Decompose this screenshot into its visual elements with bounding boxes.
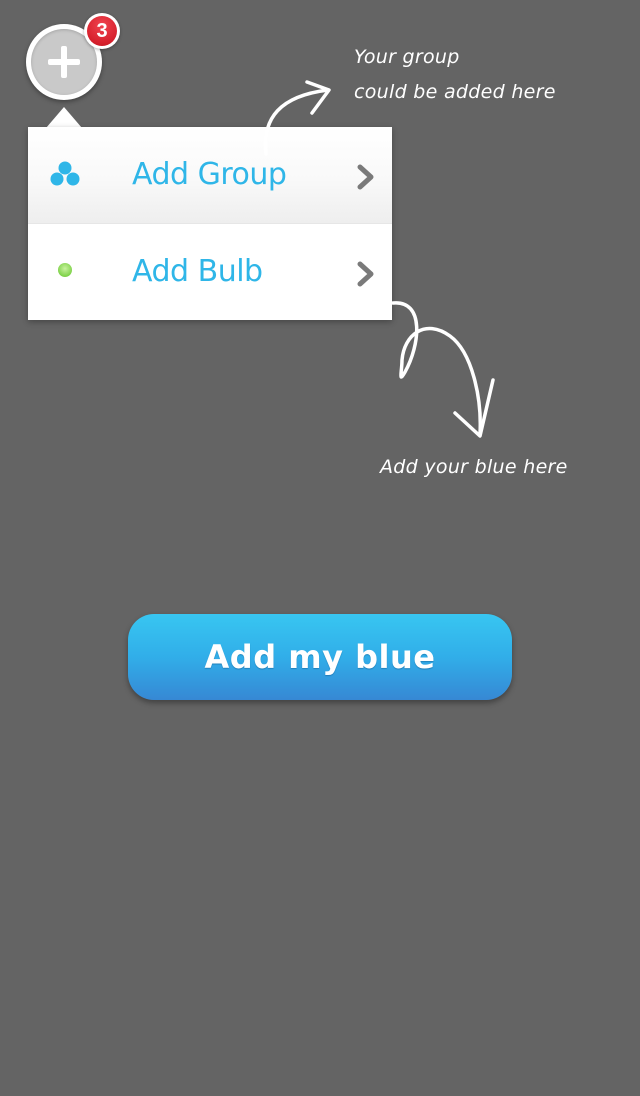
add-group-label: Add Group [132, 157, 287, 192]
group-dots-icon [50, 161, 80, 186]
add-bulb-label: Add Bulb [132, 254, 263, 289]
bulb-hint-arrow [391, 301, 495, 438]
menu-item-add-bulb[interactable]: Add Bulb [28, 224, 392, 320]
add-my-blue-button[interactable]: Add my blue [128, 614, 512, 700]
group-hint-line1: Your group [354, 46, 460, 68]
cta-label: Add my blue [204, 638, 436, 676]
notification-badge: 3 [84, 13, 120, 49]
bulb-hint-text: Add your blue here [380, 456, 568, 478]
group-hint-text: Your group could be added here [354, 40, 556, 110]
chevron-right-icon [357, 164, 374, 190]
group-hint-line2: could be added here [354, 81, 556, 103]
menu-item-add-group[interactable]: Add Group [28, 127, 392, 224]
bulb-dot-icon [58, 263, 72, 277]
badge-count: 3 [87, 16, 117, 46]
menu-caret [46, 107, 82, 128]
chevron-right-icon [357, 261, 374, 287]
add-popup-menu: Add Group Add Bulb [28, 127, 392, 320]
